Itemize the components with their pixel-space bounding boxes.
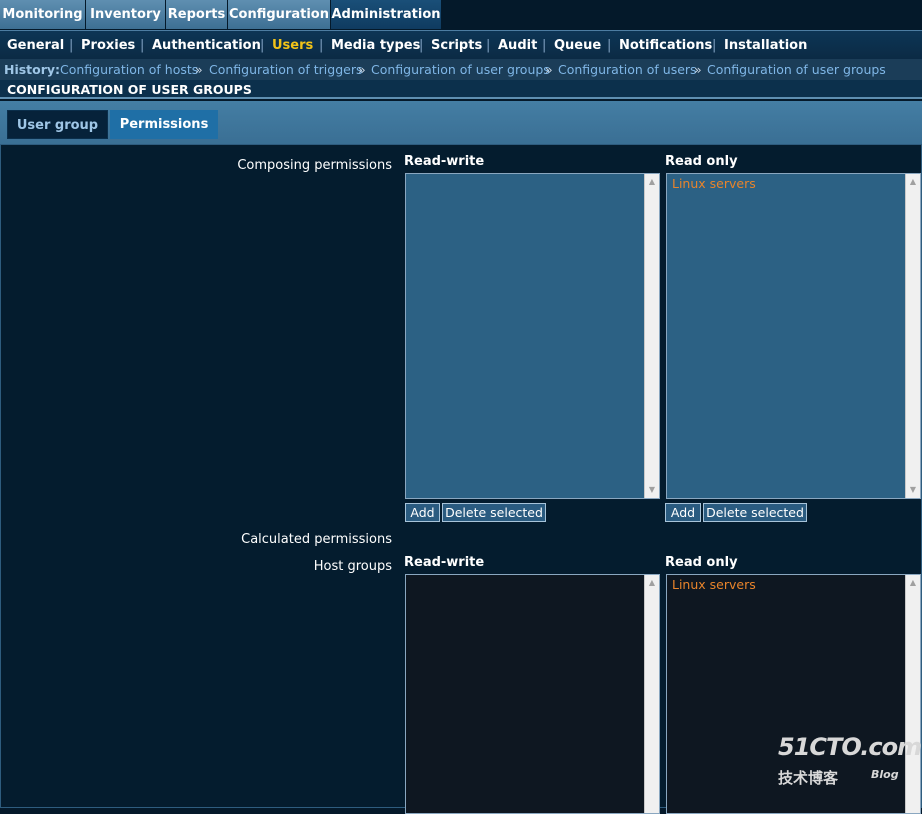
read-write-add-button[interactable]: Add: [405, 503, 440, 522]
watermark-main-text: 51CTO.com: [778, 733, 922, 761]
submenu-audit[interactable]: Audit: [498, 31, 537, 60]
calculated-read-write-header: Read-write: [404, 555, 485, 570]
composing-read-write-header: Read-write: [404, 154, 485, 169]
list-item[interactable]: Linux servers: [672, 176, 756, 191]
history-separator: »: [195, 62, 203, 77]
submenu-separator: |: [607, 38, 612, 53]
composing-read-only-header: Read only: [665, 154, 738, 169]
history-link[interactable]: Configuration of user groups: [371, 59, 550, 80]
submenu-scripts[interactable]: Scripts: [431, 31, 482, 60]
submenu-authentication[interactable]: Authentication: [152, 31, 261, 60]
calculated-read-write-list[interactable]: ▲: [405, 574, 660, 814]
watermark-sub-text: 技术博客: [778, 769, 839, 787]
history-link[interactable]: Configuration of user groups: [707, 59, 886, 80]
menu-tab-monitoring[interactable]: Monitoring: [0, 0, 86, 29]
scroll-up-arrow-icon[interactable]: ▲: [906, 577, 920, 589]
submenu-general[interactable]: General: [7, 31, 64, 60]
submenu-media-types[interactable]: Media types: [331, 31, 420, 60]
read-write-delete-selected-button[interactable]: Delete selected: [442, 503, 546, 522]
submenu-separator: |: [319, 38, 324, 53]
calculated-read-only-header: Read only: [665, 555, 738, 570]
submenu-notifications[interactable]: Notifications: [619, 31, 712, 60]
read-only-add-button[interactable]: Add: [665, 503, 701, 522]
submenu-separator: |: [69, 38, 74, 53]
scroll-up-arrow-icon[interactable]: ▲: [645, 577, 659, 589]
scroll-down-arrow-icon[interactable]: ▼: [645, 484, 659, 496]
host-groups-label: Host groups: [313, 559, 392, 574]
history-link[interactable]: Configuration of triggers: [209, 59, 363, 80]
menu-tab-administration[interactable]: Administration: [331, 0, 442, 29]
watermark-blog-text: Blog: [871, 768, 899, 781]
sub-menu: General | Proxies | Authentication | Use…: [0, 30, 922, 60]
submenu-users[interactable]: Users: [272, 31, 313, 60]
permissions-form: Composing permissions Read-write Read on…: [0, 144, 922, 814]
submenu-separator: |: [712, 38, 717, 53]
submenu-proxies[interactable]: Proxies: [81, 31, 135, 60]
calculated-permissions-label: Calculated permissions: [241, 532, 392, 547]
scroll-up-arrow-icon[interactable]: ▲: [645, 176, 659, 188]
list-item[interactable]: Linux servers: [672, 577, 756, 592]
menu-tab-configuration[interactable]: Configuration: [228, 0, 331, 29]
menu-tab-reports[interactable]: Reports: [166, 0, 228, 29]
tab-permissions[interactable]: Permissions: [110, 110, 218, 139]
menu-tab-inventory[interactable]: Inventory: [86, 0, 166, 29]
history-breadcrumb: History: Configuration of hosts » Config…: [0, 59, 922, 80]
main-menu: Monitoring Inventory Reports Configurati…: [0, 0, 922, 30]
history-link[interactable]: Configuration of users: [558, 59, 697, 80]
composing-read-only-list[interactable]: Linux servers ▲ ▼: [666, 173, 921, 499]
submenu-separator: |: [140, 38, 145, 53]
scrollbar[interactable]: ▲ ▼: [644, 174, 659, 498]
scroll-up-arrow-icon[interactable]: ▲: [906, 176, 920, 188]
history-link[interactable]: Configuration of hosts: [60, 59, 198, 80]
page-title: CONFIGURATION OF USER GROUPS: [0, 80, 922, 99]
read-only-delete-selected-button[interactable]: Delete selected: [703, 503, 807, 522]
history-separator: »: [358, 62, 366, 77]
watermark-logo: 51CTO.com 技术博客 Blog: [778, 733, 922, 793]
composing-read-write-list[interactable]: ▲ ▼: [405, 173, 660, 499]
history-separator: »: [694, 62, 702, 77]
submenu-separator: |: [486, 38, 491, 53]
submenu-separator: |: [260, 38, 265, 53]
composing-permissions-label: Composing permissions: [237, 158, 392, 173]
submenu-queue[interactable]: Queue: [554, 31, 601, 60]
history-label: History:: [4, 62, 61, 77]
history-separator: »: [545, 62, 553, 77]
submenu-installation[interactable]: Installation: [724, 31, 807, 60]
tab-user-group[interactable]: User group: [7, 110, 108, 139]
scrollbar[interactable]: ▲ ▼: [905, 174, 920, 498]
scrollbar[interactable]: ▲: [644, 575, 659, 813]
submenu-separator: |: [542, 38, 547, 53]
scroll-down-arrow-icon[interactable]: ▼: [906, 484, 920, 496]
submenu-separator: |: [419, 38, 424, 53]
form-tabs: User group Permissions: [0, 101, 922, 144]
